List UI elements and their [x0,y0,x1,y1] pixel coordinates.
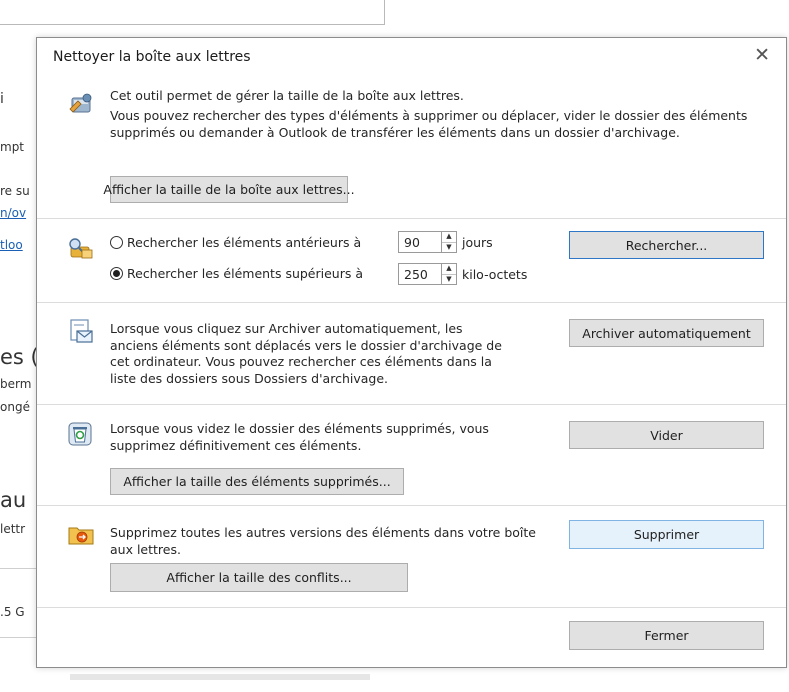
close-icon[interactable]: ✕ [754,44,770,66]
older-items-label: Rechercher les éléments antérieurs à [127,235,362,250]
search-button[interactable]: Rechercher... [569,231,764,259]
section-divider [37,302,786,303]
larger-items-label: Rechercher les éléments supérieurs à [127,266,364,281]
background-text: i [0,91,4,107]
older-days-spinner[interactable]: ▲ ▼ [442,231,457,253]
mailbox-description: Cet outil permet de gérer la taille de l… [110,88,464,103]
older-days-stepper[interactable]: ▲ ▼ jours [398,231,493,253]
background-link[interactable]: n/ov [0,206,26,220]
background-text: ongé [0,400,30,414]
auto-archive-button[interactable]: Archiver automatiquement [569,319,764,347]
spin-up-icon[interactable]: ▲ [442,264,456,275]
background-divider [0,637,36,638]
recycle-bin-icon [68,422,92,446]
close-button[interactable]: Fermer [569,621,764,650]
background-heading: au [0,488,27,512]
background-heading: es ( [0,345,39,369]
section-divider [37,505,786,506]
background-text: lettr [0,522,26,536]
empty-deleted-button[interactable]: Vider [569,421,764,449]
background-panel [0,0,385,25]
spin-up-icon[interactable]: ▲ [442,232,456,243]
background-text: re su [0,184,30,198]
older-days-unit: jours [462,234,493,250]
background-text: .5 G [0,605,25,619]
larger-items-radio[interactable] [110,267,123,280]
background-text-blur [70,674,370,680]
mailbox-tool-icon [69,93,92,113]
mailbox-size-button[interactable]: Afficher la taille de la boîte aux lettr… [103,176,355,203]
older-items-option[interactable]: Rechercher les éléments antérieurs à [110,235,361,250]
larger-size-stepper[interactable]: ▲ ▼ kilo-octets [398,263,527,285]
larger-size-spinner[interactable]: ▲ ▼ [442,263,457,285]
background-divider [0,568,36,569]
section-divider [37,404,786,405]
archive-description: Lorsque vous cliquez sur Archiver automa… [110,321,502,386]
larger-items-option[interactable]: Rechercher les éléments supérieurs à [110,266,363,281]
spin-down-icon[interactable]: ▼ [442,275,456,285]
conflicts-description: Supprimez toutes les autres versions des… [110,525,536,557]
larger-size-input[interactable] [398,263,442,285]
section-divider [37,607,786,608]
larger-size-unit: kilo-octets [462,266,528,282]
deleted-items-description: Lorsque vous videz le dossier des élémen… [110,421,489,453]
background-link[interactable]: tloo [0,238,23,252]
background-text: berm [0,377,32,391]
delete-conflicts-button[interactable]: Supprimer [569,520,764,549]
conflicts-folder-icon [68,527,94,545]
mailbox-cleanup-dialog: Nettoyer la boîte aux lettres ✕ Cet outi… [36,37,787,668]
conflicts-size-button[interactable]: Afficher la taille des conflits... [110,563,408,592]
auto-archive-icon [70,319,93,343]
search-items-icon [69,238,93,259]
older-days-input[interactable] [398,231,442,253]
older-items-radio[interactable] [110,236,123,249]
deleted-items-size-button[interactable]: Afficher la taille des éléments supprimé… [110,468,404,495]
mailbox-description-detail: Vous pouvez rechercher des types d'éléme… [110,108,748,140]
section-divider [37,218,786,219]
dialog-title: Nettoyer la boîte aux lettres [53,49,251,65]
spin-down-icon[interactable]: ▼ [442,243,456,253]
background-text: mpt [0,140,25,154]
